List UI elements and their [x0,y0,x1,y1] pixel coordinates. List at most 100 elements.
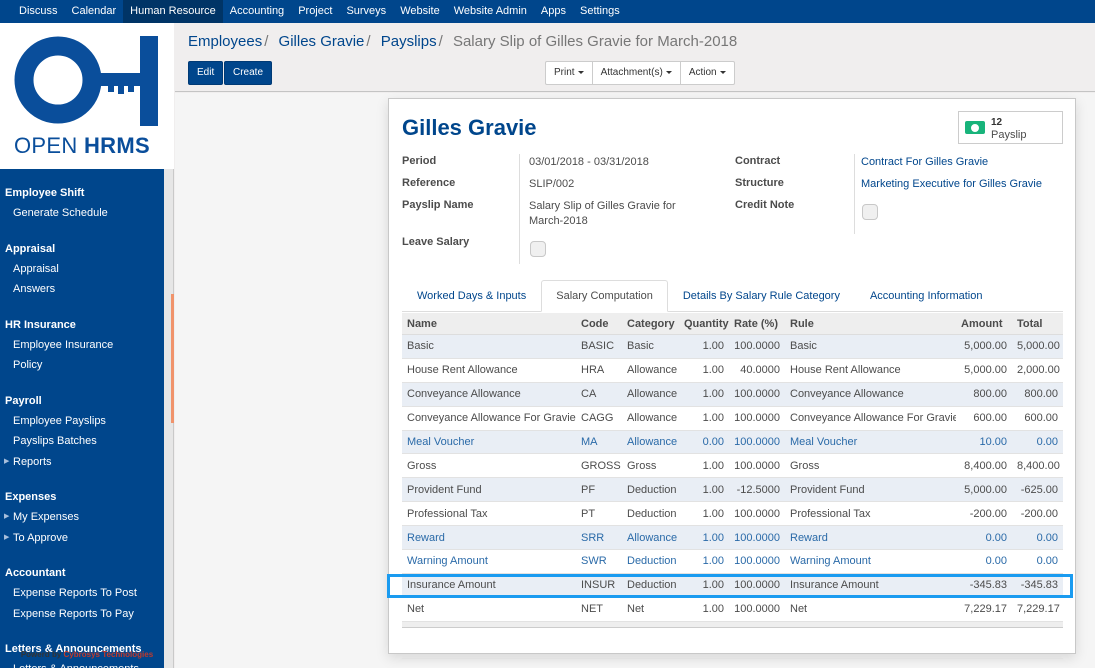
cell-name: Net [407,603,425,616]
column-header-category[interactable]: Category [622,318,679,330]
sidebar-item-expense-reports-to-post[interactable]: Expense Reports To Post [0,583,164,604]
tab-salary-computation[interactable]: Salary Computation [541,280,668,312]
cell-quantity: 1.00 [702,388,724,401]
attachments-dropdown[interactable]: Attachment(s) [593,62,681,84]
table-row[interactable]: Warning Amount SWR Deduction 1.00 100.0000 Wa… [402,550,1063,574]
cell-rule: Insurance Amount [790,579,879,592]
cell-name: Insurance Amount [407,579,496,592]
cell-total: 5,000.00 [1017,340,1060,353]
cell-rule: House Rent Allowance [790,364,901,377]
cell-name: House Rent Allowance [407,364,518,377]
column-header-total[interactable]: Total [1012,318,1063,330]
logo[interactable]: OPEN HRMS [0,23,174,169]
sidebar-item-employee-payslips[interactable]: Employee Payslips [0,411,164,432]
footer-brand[interactable]: Cybrosys Technologies [64,650,154,659]
topnav-item-website[interactable]: Website [393,0,447,23]
payslip-count-button[interactable]: 12 Payslip [958,111,1063,144]
sidebar-item-expense-reports-to-pay[interactable]: Expense Reports To Pay [0,604,164,625]
leave-salary-checkbox[interactable] [530,241,546,257]
sidebar-item-letters-announcements[interactable]: Letters & Announcements [0,659,164,668]
cell-rule: Provident Fund [790,483,865,496]
topnav-item-discuss[interactable]: Discuss [12,0,65,23]
cell-amount: 8,400.00 [964,459,1007,472]
topnav-item-website-admin[interactable]: Website Admin [447,0,534,23]
cell-code: NET [581,603,603,616]
breadcrumb-employees[interactable]: Employees [188,33,262,50]
sidebar-item-appraisal[interactable]: Appraisal [0,259,164,280]
sidebar-item-label: Generate Schedule [13,207,108,219]
topnav-item-settings[interactable]: Settings [573,0,627,23]
table-row[interactable]: Gross GROSS Gross 1.00 100.0000 Gross 8,400.00… [402,454,1063,479]
column-header-rate[interactable]: Rate (%) [729,318,785,330]
sidebar-item-answers[interactable]: Answers [0,279,164,300]
table-row[interactable]: Basic BASIC Basic 1.00 100.0000 Basic 5,000.00… [402,335,1063,359]
sidebar-item-label: Payslips Batches [13,435,97,447]
cell-category: Allowance [627,531,678,544]
sidebar-item-label: Employee Payslips [13,414,106,427]
column-header-name[interactable]: Name [402,318,576,330]
table-row[interactable]: Conveyance Allowance For Gravie CAGG Allow… [402,406,1063,431]
sidebar-item-reports[interactable]: ▶ Reports [0,452,164,473]
sidebar-item-label: Letters & Announcements [13,663,139,668]
cell-quantity: 1.00 [702,555,724,568]
tab-details-by-salary-rule-category[interactable]: Details By Salary Rule Category [668,280,855,312]
sidebar-item-my-expenses[interactable]: ▶ My Expenses [0,507,164,528]
topnav-item-apps[interactable]: Apps [534,0,573,23]
cell-category: Deduction [627,579,677,592]
topnav-item-project[interactable]: Project [291,0,339,23]
sidebar-scrollbar[interactable] [171,294,174,423]
employee-name: Gilles Gravie [402,115,537,140]
sidebar-section-title: HR Insurance [5,318,76,331]
table-row[interactable]: Professional Tax PT Deduction 1.00 100.0000 P… [402,502,1063,527]
cell-quantity: 1.00 [702,412,724,425]
payslip-count-label: Payslip [991,129,1027,141]
sidebar-item-label: To Approve [13,531,69,544]
create-button[interactable]: Create [224,61,273,85]
tab-accounting-information[interactable]: Accounting Information [855,280,998,312]
topnav-item-calendar[interactable]: Calendar [65,0,124,23]
cell-quantity: 1.00 [702,531,724,544]
table-row[interactable]: House Rent Allowance HRA Allowance 1.00 40.0… [402,358,1063,383]
period-value: 03/01/2018 - 03/31/2018 [529,156,649,168]
cell-total: 8,400.00 [1017,459,1060,472]
print-dropdown[interactable]: Print [546,62,593,84]
cell-category: Gross [627,459,657,472]
column-header-rule[interactable]: Rule [785,318,956,330]
leave-salary-label: Leave Salary [402,236,470,248]
sidebar-item-policy[interactable]: Policy [0,355,164,376]
column-header-amount[interactable]: Amount [956,318,1012,330]
sidebar-section: Appraisal Appraisal Answers [0,239,164,300]
topnav-item-human-resource[interactable]: Human Resource [123,0,223,23]
table-row[interactable]: Net NET Net 1.00 100.0000 Net 7,229.17 7,229.17 [402,597,1063,622]
cell-amount: 0.00 [985,555,1007,568]
table-row[interactable]: Conveyance Allowance CA Allowance 1.00 100.0… [402,382,1063,407]
sidebar-section-title: Payroll [5,394,42,407]
topnav-item-surveys[interactable]: Surveys [339,0,393,23]
structure-link[interactable]: Marketing Executive for Gilles Gravie [861,178,1042,190]
tab-worked-days-inputs[interactable]: Worked Days & Inputs [402,280,541,312]
column-header-code[interactable]: Code [576,318,622,330]
sidebar-section: Payroll Employee Payslips Payslips Batches… [0,391,164,473]
sidebar-item-to-approve[interactable]: ▶ To Approve [0,528,164,549]
breadcrumb-employee[interactable]: Gilles Gravie [279,33,365,50]
sidebar-section: Accountant Expense Reports To Post Expense… [0,563,164,624]
credit-note-checkbox[interactable] [862,204,878,220]
table-row[interactable]: Reward SRR Allowance 1.00 100.0000 Reward 0.00… [402,526,1063,551]
column-header-quantity[interactable]: Quantity [679,318,729,330]
cell-rate: 100.0000 [734,603,780,616]
sidebar-item-generate-schedule[interactable]: Generate Schedule [0,203,164,224]
action-label: Action [688,67,717,78]
cell-rule: Meal Voucher [790,436,858,448]
left-group-separator [519,154,520,264]
sidebar-item-employee-insurance[interactable]: Employee Insurance [0,335,164,356]
table-row[interactable]: Provident Fund PF Deduction 1.00 -12.5000 Pro… [402,478,1063,503]
action-dropdown[interactable]: Action [681,62,734,84]
topnav-item-accounting[interactable]: Accounting [223,0,291,23]
contract-link[interactable]: Contract For Gilles Gravie [861,156,988,168]
sidebar-item-payslips-batches[interactable]: Payslips Batches [0,431,164,452]
breadcrumb-payslips[interactable]: Payslips [381,33,437,50]
caret-down-icon [665,70,672,74]
table-row[interactable]: Meal Voucher MA Allowance 0.00 100.0000 Meal … [402,430,1063,455]
table-row[interactable]: Insurance Amount INSUR Deduction 1.00 100.00… [402,573,1063,598]
edit-button[interactable]: Edit [188,61,224,85]
